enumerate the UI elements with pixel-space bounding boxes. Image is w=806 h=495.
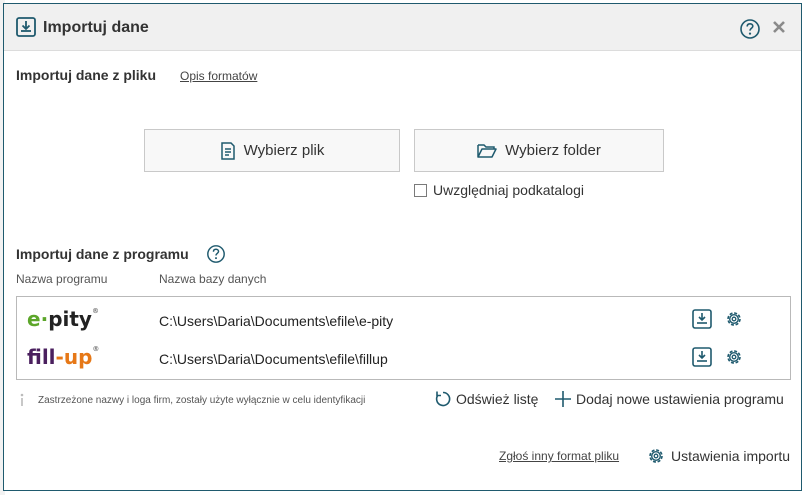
database-path: C:\Users\Daria\Documents\efile\fillup (159, 351, 388, 367)
choose-file-label: Wybierz plik (243, 142, 325, 159)
report-format-link[interactable]: Zgłoś inny format pliku (499, 449, 619, 463)
document-icon (220, 141, 235, 160)
subfolders-label: Uwzględniaj podkatalogi (433, 182, 584, 198)
subfolders-option[interactable]: Uwzględniaj podkatalogi (414, 182, 584, 198)
gear-icon[interactable] (724, 309, 744, 329)
subfolders-checkbox[interactable] (414, 183, 427, 197)
import-dialog: Importuj dane Importuj dane z pliku Opis… (3, 3, 802, 491)
add-program-settings-label: Dodaj nowe ustawienia programu (576, 391, 784, 407)
gear-icon[interactable] (724, 347, 744, 367)
help-icon[interactable] (206, 244, 226, 264)
refresh-list-label: Odśwież listę (456, 391, 539, 407)
table-row[interactable]: fill-up® C:\Users\Daria\Documents\efile\… (17, 339, 790, 377)
dialog-titlebar: Importuj dane (4, 4, 801, 51)
import-settings-button[interactable]: Ustawienia importu (646, 446, 790, 466)
fillup-logo: fill-up® (27, 345, 100, 369)
choose-file-button[interactable]: Wybierz plik (144, 129, 400, 172)
folder-icon (477, 143, 497, 158)
import-icon[interactable] (692, 347, 712, 367)
database-path: C:\Users\Daria\Documents\efile\e-pity (159, 313, 394, 329)
formats-description-link[interactable]: Opis formatów (180, 69, 257, 83)
add-program-settings-button[interactable]: Dodaj nowe ustawienia programu (554, 390, 784, 408)
table-row[interactable]: e·pity® C:\Users\Daria\Documents\efile\e… (17, 301, 790, 339)
help-icon[interactable] (739, 18, 761, 40)
column-header-program: Nazwa programu (16, 272, 108, 286)
trademark-disclaimer: Zastrzeżone nazwy i loga firm, zostały u… (38, 395, 366, 406)
import-icon[interactable] (692, 309, 712, 329)
dialog-title: Importuj dane (43, 19, 149, 36)
choose-folder-label: Wybierz folder (505, 142, 601, 159)
refresh-icon (435, 391, 451, 407)
file-section-title: Importuj dane z pliku (16, 67, 157, 83)
plus-icon (555, 391, 571, 407)
import-settings-label: Ustawienia importu (671, 448, 791, 464)
import-icon (16, 17, 36, 37)
choose-folder-button[interactable]: Wybierz folder (414, 129, 664, 172)
refresh-list-button[interactable]: Odśwież listę (434, 390, 538, 408)
epity-logo: e·pity® (27, 307, 99, 331)
close-icon[interactable] (770, 18, 788, 36)
gear-icon (649, 449, 663, 463)
info-icon (20, 393, 24, 406)
program-section-title: Importuj dane z programu (16, 246, 189, 262)
column-header-database: Nazwa bazy danych (159, 272, 267, 286)
program-list: e·pity® C:\Users\Daria\Documents\efile\e… (16, 296, 791, 380)
